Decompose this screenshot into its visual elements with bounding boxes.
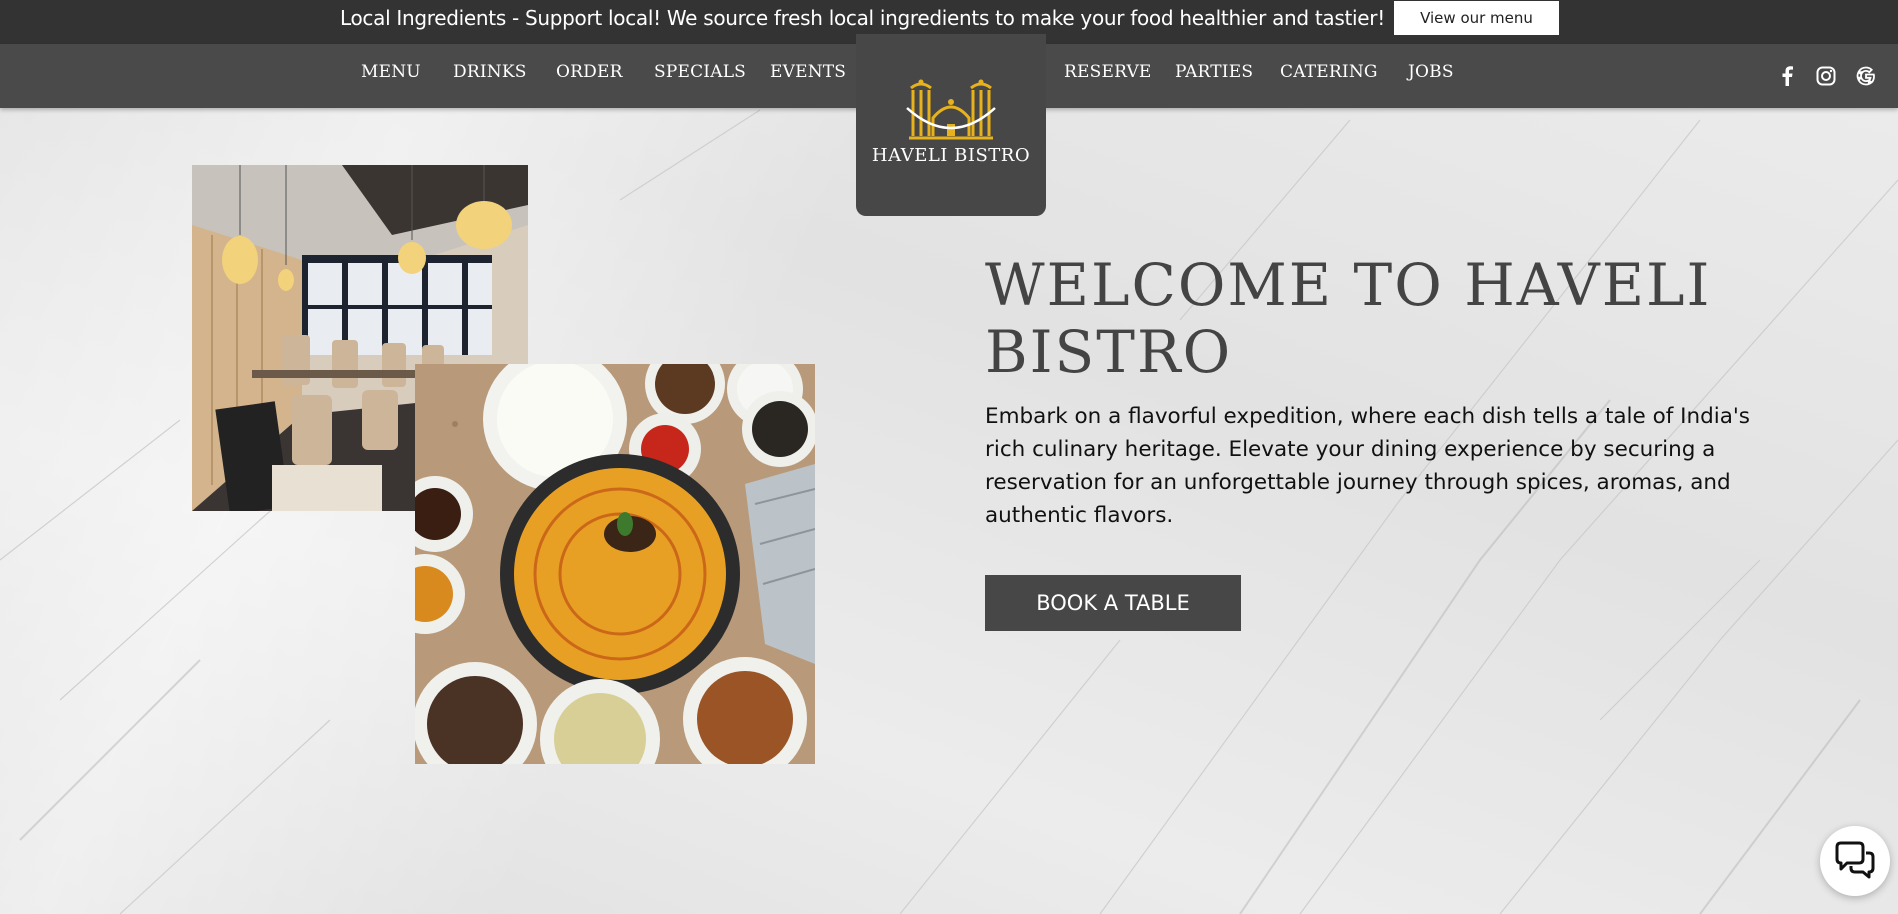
chat-bubbles-icon — [1835, 841, 1875, 879]
facebook-icon[interactable] — [1775, 64, 1799, 88]
chat-widget-button[interactable] — [1820, 826, 1890, 896]
nav-item-jobs[interactable]: JOBS — [1408, 62, 1454, 82]
promo-text: Local Ingredients - Support local! We so… — [340, 6, 1385, 30]
logo-text: HAVELI BISTRO — [871, 145, 1031, 166]
nav-item-parties[interactable]: PARTIES — [1175, 62, 1253, 82]
instagram-icon[interactable] — [1814, 64, 1838, 88]
nav-item-catering[interactable]: CATERING — [1280, 62, 1378, 82]
nav-item-reserve[interactable]: RESERVE — [1064, 62, 1152, 82]
haveli-logo-icon — [906, 79, 996, 140]
hero-description: Embark on a flavorful expedition, where … — [985, 404, 1751, 528]
nav-item-drinks[interactable]: DRINKS — [453, 62, 527, 82]
nav-item-specials[interactable]: SPECIALS — [654, 62, 746, 82]
nav-item-order[interactable]: ORDER — [556, 62, 623, 82]
view-menu-button[interactable]: View our menu — [1394, 1, 1559, 35]
book-a-table-button[interactable]: BOOK A TABLE — [985, 575, 1241, 631]
hero-title: WELCOME TO HAVELI BISTRO — [985, 251, 1712, 386]
logo[interactable]: HAVELI BISTRO — [856, 34, 1046, 216]
curry-and-spices-photo — [415, 364, 815, 764]
nav-item-events[interactable]: EVENTS — [770, 62, 846, 82]
nav-item-menu[interactable]: MENU — [361, 62, 421, 82]
google-icon[interactable] — [1854, 64, 1878, 88]
